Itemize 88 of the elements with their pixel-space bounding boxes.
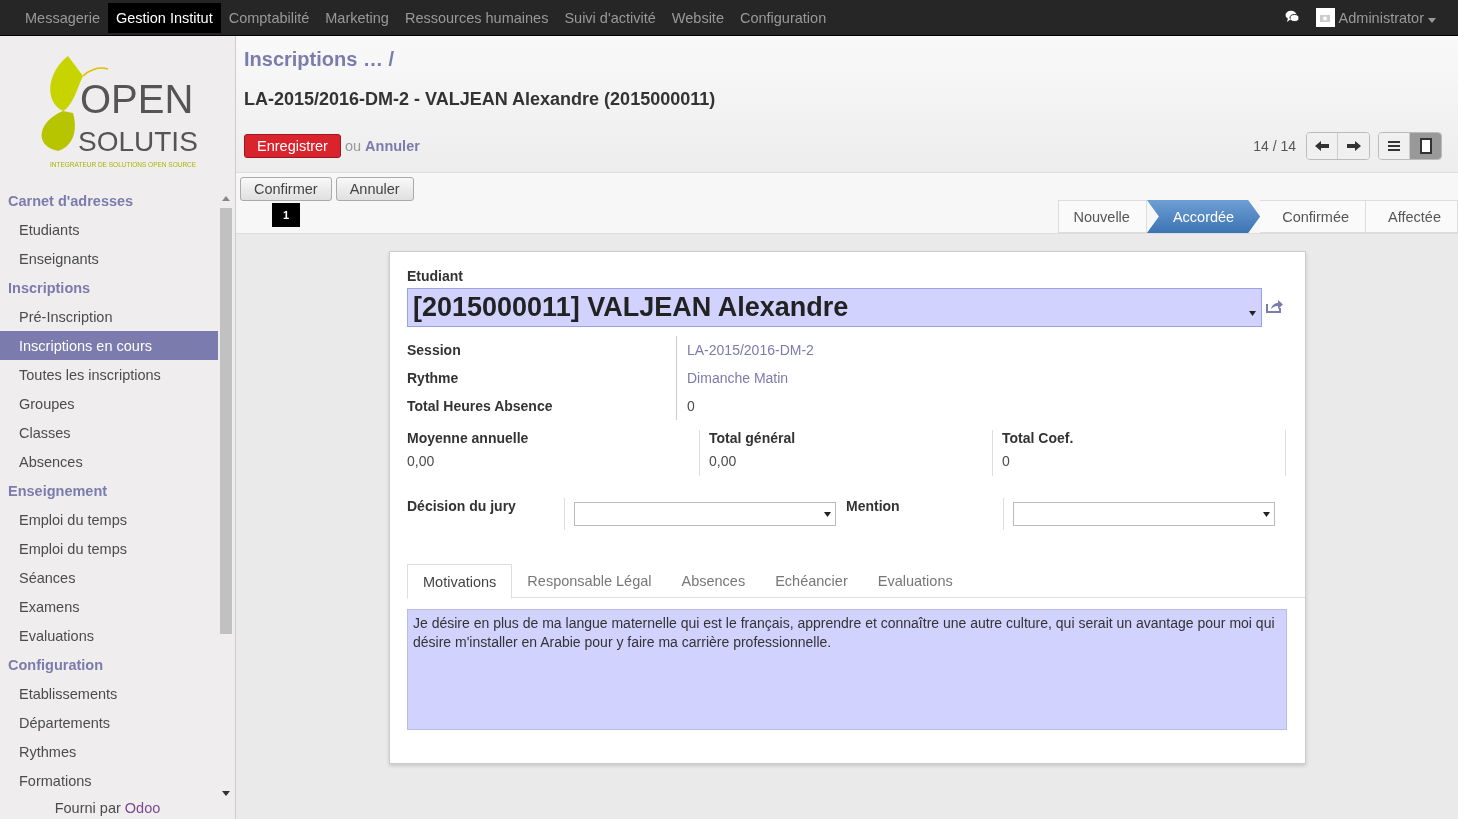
sidebar-heading: Inscriptions: [7, 278, 92, 298]
sidebar-item[interactable]: Toutes les inscriptions: [0, 360, 218, 389]
logo-text: OPEN: [79, 77, 193, 121]
sidebar-item[interactable]: Classes: [0, 418, 218, 447]
field-label: Rythme: [407, 364, 677, 392]
field-label: Total Coef.: [1002, 430, 1075, 446]
avatar: [1315, 8, 1335, 27]
caret-icon: [824, 511, 831, 517]
form-view-button[interactable]: [1410, 133, 1441, 159]
external-link-icon[interactable]: [1266, 299, 1284, 313]
menu-item[interactable]: Gestion Institut: [107, 2, 221, 33]
chat-icon[interactable]: [1284, 9, 1300, 23]
tab[interactable]: Evaluations: [862, 564, 968, 597]
student-field[interactable]: [2015000011] VALJEAN Alexandre: [407, 288, 1262, 327]
field-value: 0: [1002, 453, 1011, 469]
menu-item[interactable]: Marketing: [317, 2, 397, 33]
footer-text: Fourni par: [54, 800, 121, 816]
caret-icon[interactable]: [1428, 17, 1436, 23]
status-step[interactable]: Confirmée: [1260, 200, 1367, 233]
menu-item[interactable]: Configuration: [731, 2, 835, 33]
user-menu[interactable]: Administrator: [1338, 9, 1424, 26]
scrollbar[interactable]: [220, 208, 232, 634]
select-field[interactable]: [574, 502, 836, 526]
sidebar-item[interactable]: Etudiants: [0, 215, 218, 244]
sidebar-item[interactable]: Enseignants: [0, 244, 218, 273]
field-label: Décision du jury: [407, 498, 566, 530]
field-value: [2015000011] VALJEAN Alexandre: [413, 292, 850, 323]
field-label: Total général: [709, 430, 797, 446]
list-icon: [1388, 141, 1400, 151]
caret-icon[interactable]: [1249, 311, 1256, 316]
sidebar-item[interactable]: Départements: [0, 708, 218, 737]
tab[interactable]: Responsable Légal: [512, 564, 667, 597]
form-icon: [1419, 138, 1432, 154]
or-text: ou: [344, 138, 362, 154]
menu-item[interactable]: Ressources humaines: [396, 2, 557, 33]
breadcrumb[interactable]: Inscriptions … /: [244, 48, 1450, 71]
sidebar-heading: Configuration: [7, 655, 105, 675]
select-field[interactable]: [1013, 502, 1275, 526]
left-arrow-icon: [1315, 141, 1329, 151]
field-label: Total Heures Absence: [407, 392, 677, 420]
sidebar-item[interactable]: Examens: [0, 592, 218, 621]
count-badge: 1: [272, 203, 300, 227]
sidebar-item[interactable]: Absences: [0, 447, 218, 476]
field-link[interactable]: LA-2015/2016-DM-2: [677, 336, 1285, 364]
sidebar-heading: Enseignement: [7, 481, 109, 501]
sidebar-item[interactable]: Séances: [0, 563, 218, 592]
sidebar-item[interactable]: Inscriptions en cours: [0, 331, 218, 360]
right-arrow-icon: [1346, 141, 1361, 151]
scroll-down-icon[interactable]: [222, 791, 230, 796]
sidebar-heading: Carnet d'adresses: [7, 191, 135, 211]
scroll-up-icon[interactable]: [222, 196, 230, 201]
field-value: 0: [686, 397, 696, 416]
sidebar-item[interactable]: Pré-Inscription: [0, 302, 218, 331]
sidebar-item[interactable]: Formations: [0, 766, 218, 795]
menu-item[interactable]: Comptabilité: [220, 2, 318, 33]
caret-icon: [1263, 511, 1270, 517]
action-button[interactable]: Annuler: [335, 177, 414, 201]
list-view-button[interactable]: [1379, 133, 1410, 159]
field-label: Session: [407, 336, 677, 364]
logo-text: SOLUTIS: [77, 126, 198, 157]
record-title: LA-2015/2016-DM-2 - VALJEAN Alexandre (2015000011): [244, 89, 717, 110]
status-step[interactable]: Accordée: [1146, 200, 1261, 233]
field-value: 0,00: [709, 453, 738, 469]
menu-item[interactable]: Website: [663, 2, 732, 33]
field-link[interactable]: Dimanche Matin: [677, 364, 1285, 392]
sidebar-item[interactable]: Evaluations: [0, 621, 218, 650]
tab[interactable]: Absences: [666, 564, 761, 597]
tab[interactable]: Echéancier: [760, 564, 863, 597]
field-label: Moyenne annuelle: [407, 430, 530, 446]
status-step[interactable]: Affectée: [1366, 200, 1458, 233]
text-area[interactable]: Je désire en plus de ma langue maternelle qui est le français, apprendre et connaître une autre culture, qui serait un avantage pour moi qui désire m'installer en Arabie pour y faire ma carrière professionnelle.: [407, 609, 1287, 730]
save-button[interactable]: Enregistrer: [244, 134, 341, 158]
menu-item[interactable]: Messagerie: [17, 2, 108, 33]
sidebar-item[interactable]: Emploi du temps: [0, 534, 218, 563]
sidebar-item[interactable]: Emploi du temps: [0, 505, 218, 534]
sidebar-item[interactable]: Groupes: [0, 389, 218, 418]
action-button[interactable]: Confirmer: [240, 177, 332, 201]
sidebar-item[interactable]: Rythmes: [0, 737, 218, 766]
tab[interactable]: Motivations: [407, 564, 513, 599]
field-value: 0,00: [407, 453, 436, 469]
previous-button[interactable]: [1307, 133, 1338, 159]
status-step[interactable]: Nouvelle: [1058, 200, 1147, 233]
pager-text: 14 / 14: [1253, 138, 1296, 154]
sidebar-item[interactable]: Etablissements: [0, 679, 218, 708]
menu-item[interactable]: Suivi d'activité: [556, 2, 664, 33]
field-label: Etudiant: [407, 268, 464, 284]
field-label: Mention: [846, 498, 1005, 530]
odoo-link[interactable]: Odoo: [124, 800, 161, 816]
